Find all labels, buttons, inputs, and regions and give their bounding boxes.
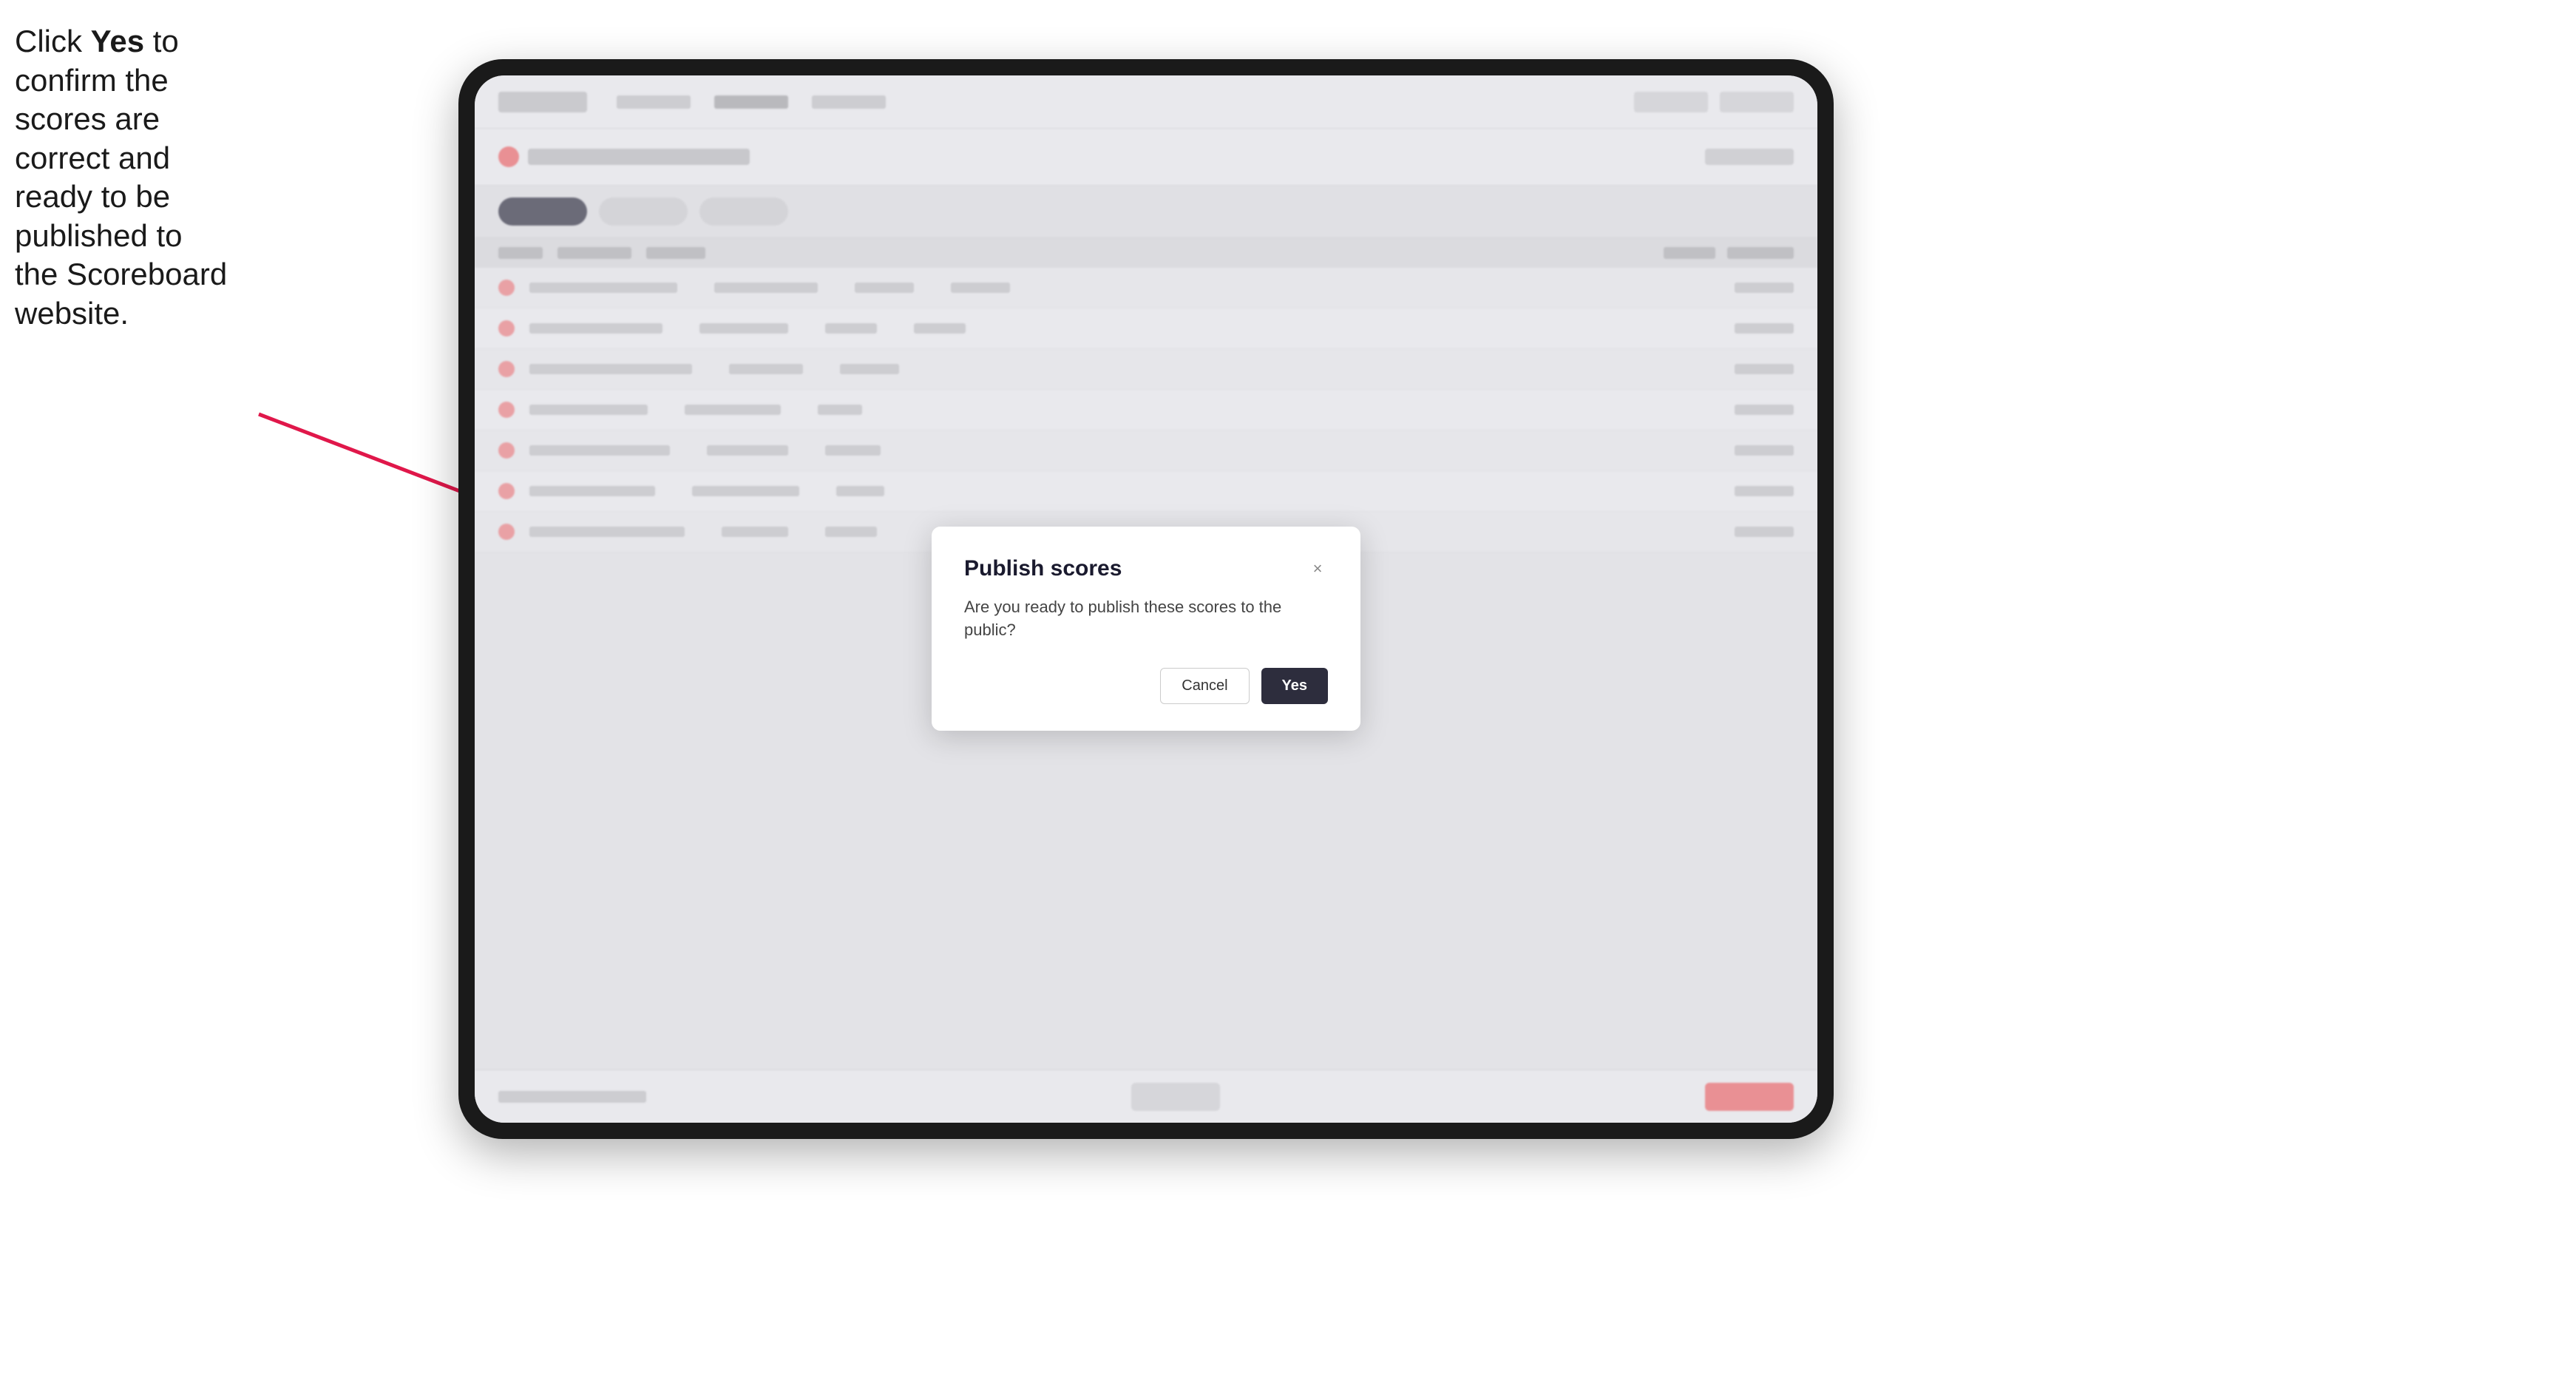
- modal-close-button[interactable]: ×: [1307, 558, 1328, 579]
- modal-header: Publish scores ×: [964, 556, 1328, 581]
- publish-scores-dialog: Publish scores × Are you ready to publis…: [932, 527, 1360, 731]
- tablet-screen: Publish scores × Are you ready to publis…: [475, 75, 1817, 1123]
- modal-overlay: Publish scores × Are you ready to publis…: [475, 75, 1817, 1123]
- modal-title: Publish scores: [964, 556, 1122, 581]
- bold-yes: Yes: [91, 24, 144, 58]
- instruction-text: Click Yes to confirm the scores are corr…: [15, 22, 229, 333]
- yes-button[interactable]: Yes: [1261, 668, 1328, 704]
- modal-footer: Cancel Yes: [964, 668, 1328, 704]
- cancel-button[interactable]: Cancel: [1160, 668, 1249, 704]
- modal-body-text: Are you ready to publish these scores to…: [964, 596, 1328, 642]
- tablet-device: Publish scores × Are you ready to publis…: [458, 59, 1834, 1139]
